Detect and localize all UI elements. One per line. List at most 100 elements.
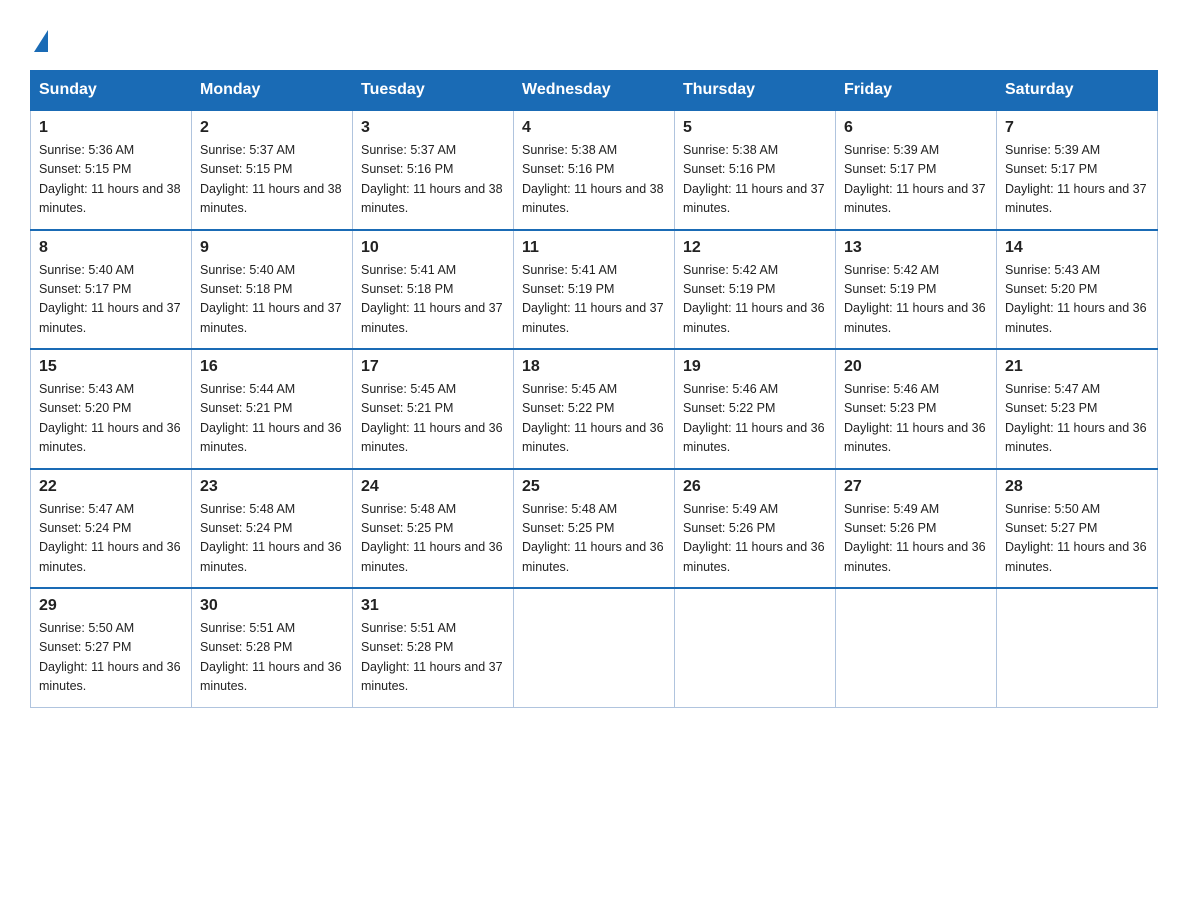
day-number: 2 <box>200 119 344 137</box>
day-number: 18 <box>522 358 666 376</box>
day-number: 19 <box>683 358 827 376</box>
day-info: Sunrise: 5:39 AMSunset: 5:17 PMDaylight:… <box>844 141 988 219</box>
calendar-cell: 19 Sunrise: 5:46 AMSunset: 5:22 PMDayligh… <box>675 349 836 469</box>
day-info: Sunrise: 5:42 AMSunset: 5:19 PMDaylight:… <box>683 261 827 339</box>
day-info: Sunrise: 5:45 AMSunset: 5:22 PMDaylight:… <box>522 380 666 458</box>
day-number: 4 <box>522 119 666 137</box>
calendar-cell: 23 Sunrise: 5:48 AMSunset: 5:24 PMDayligh… <box>192 469 353 589</box>
calendar-cell: 6 Sunrise: 5:39 AMSunset: 5:17 PMDaylight… <box>836 110 997 230</box>
calendar-cell: 14Sunrise: 5:43 AMSunset: 5:20 PMDayligh… <box>997 230 1158 350</box>
header-row: SundayMondayTuesdayWednesdayThursdayFrid… <box>31 71 1158 111</box>
calendar-table: SundayMondayTuesdayWednesdayThursdayFrid… <box>30 70 1158 708</box>
day-info: Sunrise: 5:40 AMSunset: 5:18 PMDaylight:… <box>200 261 344 339</box>
day-number: 9 <box>200 239 344 257</box>
calendar-cell: 7 Sunrise: 5:39 AMSunset: 5:17 PMDaylight… <box>997 110 1158 230</box>
day-number: 3 <box>361 119 505 137</box>
calendar-cell: 20 Sunrise: 5:46 AMSunset: 5:23 PMDayligh… <box>836 349 997 469</box>
calendar-cell: 30 Sunrise: 5:51 AMSunset: 5:28 PMDayligh… <box>192 588 353 707</box>
calendar-cell <box>514 588 675 707</box>
calendar-cell: 1Sunrise: 5:36 AMSunset: 5:15 PMDaylight… <box>31 110 192 230</box>
day-info: Sunrise: 5:36 AMSunset: 5:15 PMDaylight:… <box>39 141 183 219</box>
header-monday: Monday <box>192 71 353 111</box>
day-info: Sunrise: 5:39 AMSunset: 5:17 PMDaylight:… <box>1005 141 1149 219</box>
calendar-cell <box>997 588 1158 707</box>
page-header <box>30 20 1158 52</box>
calendar-cell: 8 Sunrise: 5:40 AMSunset: 5:17 PMDaylight… <box>31 230 192 350</box>
calendar-cell: 29 Sunrise: 5:50 AMSunset: 5:27 PMDayligh… <box>31 588 192 707</box>
day-info: Sunrise: 5:38 AMSunset: 5:16 PMDaylight:… <box>522 141 666 219</box>
calendar-cell: 12 Sunrise: 5:42 AMSunset: 5:19 PMDayligh… <box>675 230 836 350</box>
day-number: 13 <box>844 239 988 257</box>
day-info: Sunrise: 5:49 AMSunset: 5:26 PMDaylight:… <box>683 500 827 578</box>
day-info: Sunrise: 5:47 AMSunset: 5:24 PMDaylight:… <box>39 500 183 578</box>
header-thursday: Thursday <box>675 71 836 111</box>
day-number: 25 <box>522 478 666 496</box>
day-number: 14 <box>1005 239 1149 257</box>
day-info: Sunrise: 5:48 AMSunset: 5:25 PMDaylight:… <box>361 500 505 578</box>
calendar-cell <box>836 588 997 707</box>
week-row-4: 22 Sunrise: 5:47 AMSunset: 5:24 PMDayligh… <box>31 469 1158 589</box>
calendar-cell: 24Sunrise: 5:48 AMSunset: 5:25 PMDayligh… <box>353 469 514 589</box>
calendar-cell: 11 Sunrise: 5:41 AMSunset: 5:19 PMDayligh… <box>514 230 675 350</box>
day-info: Sunrise: 5:42 AMSunset: 5:19 PMDaylight:… <box>844 261 988 339</box>
day-info: Sunrise: 5:41 AMSunset: 5:19 PMDaylight:… <box>522 261 666 339</box>
day-number: 8 <box>39 239 183 257</box>
calendar-cell <box>675 588 836 707</box>
day-number: 10 <box>361 239 505 257</box>
day-info: Sunrise: 5:48 AMSunset: 5:25 PMDaylight:… <box>522 500 666 578</box>
day-number: 17 <box>361 358 505 376</box>
day-number: 29 <box>39 597 183 615</box>
logo-triangle-icon <box>34 30 48 52</box>
calendar-cell: 28Sunrise: 5:50 AMSunset: 5:27 PMDayligh… <box>997 469 1158 589</box>
calendar-cell: 18 Sunrise: 5:45 AMSunset: 5:22 PMDayligh… <box>514 349 675 469</box>
day-info: Sunrise: 5:37 AMSunset: 5:16 PMDaylight:… <box>361 141 505 219</box>
day-number: 12 <box>683 239 827 257</box>
calendar-cell: 17 Sunrise: 5:45 AMSunset: 5:21 PMDayligh… <box>353 349 514 469</box>
calendar-cell: 4 Sunrise: 5:38 AMSunset: 5:16 PMDaylight… <box>514 110 675 230</box>
day-number: 23 <box>200 478 344 496</box>
week-row-2: 8 Sunrise: 5:40 AMSunset: 5:17 PMDaylight… <box>31 230 1158 350</box>
calendar-cell: 21 Sunrise: 5:47 AMSunset: 5:23 PMDayligh… <box>997 349 1158 469</box>
calendar-cell: 3 Sunrise: 5:37 AMSunset: 5:16 PMDaylight… <box>353 110 514 230</box>
day-info: Sunrise: 5:37 AMSunset: 5:15 PMDaylight:… <box>200 141 344 219</box>
day-info: Sunrise: 5:38 AMSunset: 5:16 PMDaylight:… <box>683 141 827 219</box>
header-sunday: Sunday <box>31 71 192 111</box>
calendar-cell: 13 Sunrise: 5:42 AMSunset: 5:19 PMDayligh… <box>836 230 997 350</box>
day-number: 22 <box>39 478 183 496</box>
header-friday: Friday <box>836 71 997 111</box>
calendar-cell: 31 Sunrise: 5:51 AMSunset: 5:28 PMDayligh… <box>353 588 514 707</box>
week-row-1: 1Sunrise: 5:36 AMSunset: 5:15 PMDaylight… <box>31 110 1158 230</box>
day-number: 31 <box>361 597 505 615</box>
day-info: Sunrise: 5:45 AMSunset: 5:21 PMDaylight:… <box>361 380 505 458</box>
week-row-5: 29 Sunrise: 5:50 AMSunset: 5:27 PMDayligh… <box>31 588 1158 707</box>
day-info: Sunrise: 5:51 AMSunset: 5:28 PMDaylight:… <box>200 619 344 697</box>
day-number: 6 <box>844 119 988 137</box>
header-wednesday: Wednesday <box>514 71 675 111</box>
calendar-cell: 10Sunrise: 5:41 AMSunset: 5:18 PMDayligh… <box>353 230 514 350</box>
day-number: 20 <box>844 358 988 376</box>
header-tuesday: Tuesday <box>353 71 514 111</box>
day-info: Sunrise: 5:51 AMSunset: 5:28 PMDaylight:… <box>361 619 505 697</box>
day-info: Sunrise: 5:50 AMSunset: 5:27 PMDaylight:… <box>1005 500 1149 578</box>
day-info: Sunrise: 5:46 AMSunset: 5:22 PMDaylight:… <box>683 380 827 458</box>
calendar-cell: 15 Sunrise: 5:43 AMSunset: 5:20 PMDayligh… <box>31 349 192 469</box>
day-info: Sunrise: 5:48 AMSunset: 5:24 PMDaylight:… <box>200 500 344 578</box>
day-info: Sunrise: 5:47 AMSunset: 5:23 PMDaylight:… <box>1005 380 1149 458</box>
day-info: Sunrise: 5:46 AMSunset: 5:23 PMDaylight:… <box>844 380 988 458</box>
calendar-cell: 16Sunrise: 5:44 AMSunset: 5:21 PMDayligh… <box>192 349 353 469</box>
calendar-cell: 2 Sunrise: 5:37 AMSunset: 5:15 PMDaylight… <box>192 110 353 230</box>
day-number: 11 <box>522 239 666 257</box>
day-number: 7 <box>1005 119 1149 137</box>
calendar-cell: 26Sunrise: 5:49 AMSunset: 5:26 PMDayligh… <box>675 469 836 589</box>
day-info: Sunrise: 5:40 AMSunset: 5:17 PMDaylight:… <box>39 261 183 339</box>
calendar-cell: 5 Sunrise: 5:38 AMSunset: 5:16 PMDaylight… <box>675 110 836 230</box>
day-info: Sunrise: 5:50 AMSunset: 5:27 PMDaylight:… <box>39 619 183 697</box>
calendar-cell: 22 Sunrise: 5:47 AMSunset: 5:24 PMDayligh… <box>31 469 192 589</box>
day-number: 15 <box>39 358 183 376</box>
calendar-cell: 9 Sunrise: 5:40 AMSunset: 5:18 PMDaylight… <box>192 230 353 350</box>
day-number: 30 <box>200 597 344 615</box>
day-number: 21 <box>1005 358 1149 376</box>
day-number: 5 <box>683 119 827 137</box>
week-row-3: 15 Sunrise: 5:43 AMSunset: 5:20 PMDayligh… <box>31 349 1158 469</box>
day-info: Sunrise: 5:43 AMSunset: 5:20 PMDaylight:… <box>39 380 183 458</box>
